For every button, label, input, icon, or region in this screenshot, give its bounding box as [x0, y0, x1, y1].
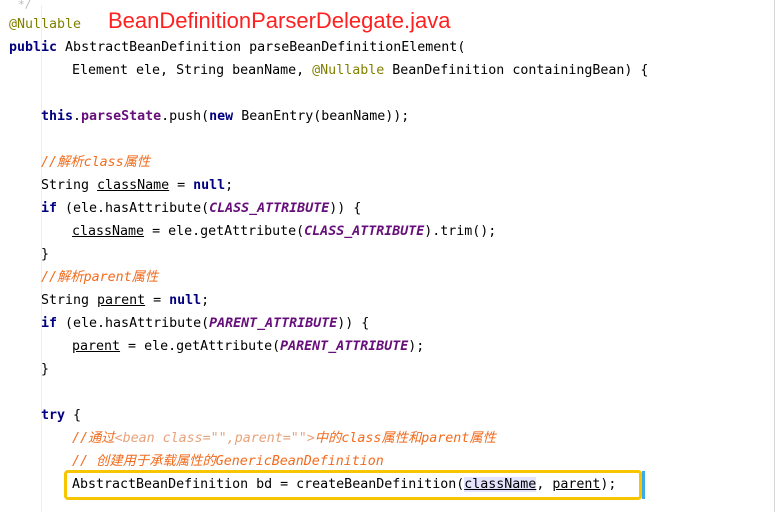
comment: // 创建用于承载属性的GenericBeanDefinition [72, 454, 384, 469]
code-line-parent-decl[interactable]: String parent = null; [41, 289, 209, 312]
keyword-if: if [41, 316, 58, 331]
var-parent: parent [72, 339, 121, 354]
const-parent-attribute: PARENT_ATTRIBUTE [209, 316, 338, 331]
var-classname: className [97, 178, 170, 193]
keyword-null: null [193, 178, 226, 193]
comment: 中的class属性和parent属性 [314, 431, 496, 446]
code-line-annotation[interactable]: @Nullable [9, 13, 81, 36]
annotation-nullable: @Nullable [312, 63, 385, 78]
field-parse-state: parseState [81, 109, 162, 124]
comment: //解析parent属性 [41, 270, 159, 285]
code-line-if-parent[interactable]: if (ele.hasAttribute(PARENT_ATTRIBUTE)) … [41, 312, 369, 335]
highlight-box [64, 470, 642, 500]
comment-tag: <bean class="",parent=""> [114, 431, 315, 446]
const-class-attribute: CLASS_ATTRIBUTE [304, 224, 425, 239]
var-classname: className [72, 224, 145, 239]
keyword-if: if [41, 201, 58, 216]
code-line-comment-class[interactable]: //解析class属性 [41, 151, 150, 174]
code-line-comment-bean[interactable]: //通过<bean class="",parent="">中的class属性和p… [72, 427, 496, 450]
code-line-params[interactable]: Element ele, String beanName, @Nullable … [72, 59, 648, 82]
caret-marker [642, 471, 645, 499]
code-line-parent-assign[interactable]: parent = ele.getAttribute(PARENT_ATTRIBU… [72, 335, 424, 358]
code-editor[interactable]: */ @Nullable public AbstractBeanDefiniti… [0, 0, 779, 512]
code-line-if-class[interactable]: if (ele.hasAttribute(CLASS_ATTRIBUTE)) { [41, 197, 361, 220]
keyword-try: try [41, 408, 66, 423]
code-line-comment-parent[interactable]: //解析parent属性 [41, 266, 158, 289]
code-line-close-brace[interactable]: } [41, 358, 49, 381]
code-line-close-brace[interactable]: } [41, 243, 49, 266]
code-line-classname-decl[interactable]: String className = null; [41, 174, 233, 197]
keyword-public: public [9, 40, 58, 55]
keyword-this: this [41, 109, 74, 124]
code-line-classname-assign[interactable]: className = ele.getAttribute(CLASS_ATTRI… [72, 220, 496, 243]
file-title-annotation: BeanDefinitionParserDelegate.java [108, 8, 451, 33]
code-line-parse-state[interactable]: this.parseState.push(new BeanEntry(beanN… [41, 105, 409, 128]
const-class-attribute: CLASS_ATTRIBUTE [209, 201, 330, 216]
comment: //解析class属性 [41, 155, 151, 170]
code-line-try[interactable]: try { [41, 404, 81, 427]
keyword-new: new [209, 109, 234, 124]
comment: //通过 [72, 431, 115, 446]
var-parent: parent [97, 293, 146, 308]
code-line-method-signature[interactable]: public AbstractBeanDefinition parseBeanD… [9, 36, 465, 59]
right-margin-line [774, 0, 775, 512]
keyword-null: null [169, 293, 202, 308]
const-parent-attribute: PARENT_ATTRIBUTE [280, 339, 409, 354]
annotation-nullable: @Nullable [9, 17, 82, 32]
